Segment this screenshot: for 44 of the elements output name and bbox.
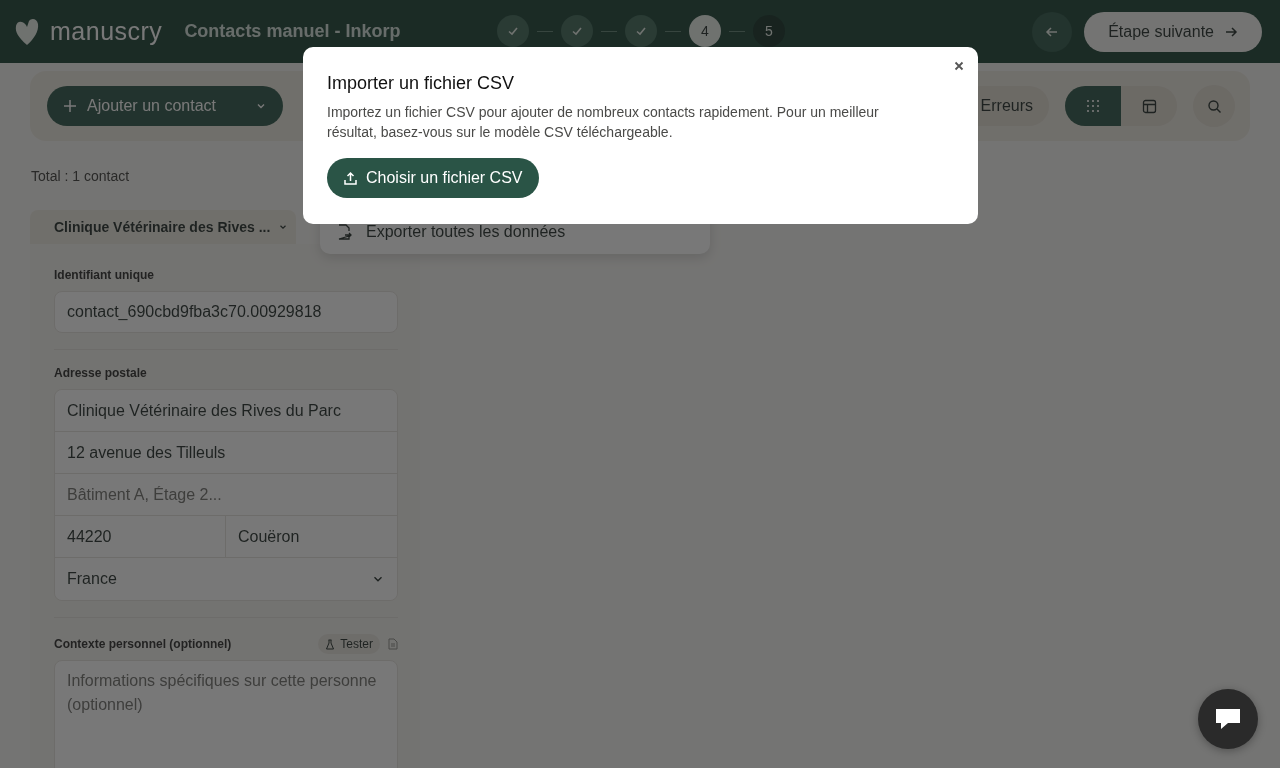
step-done-icon[interactable] bbox=[561, 15, 593, 47]
upload-icon bbox=[343, 170, 358, 186]
choose-file-button[interactable]: Choisir un fichier CSV bbox=[327, 158, 539, 198]
search-icon bbox=[1206, 98, 1222, 114]
arrow-left-icon bbox=[1045, 24, 1060, 39]
postal-code-field[interactable]: 44220 bbox=[55, 516, 226, 558]
chat-bubble-icon bbox=[1214, 706, 1242, 732]
chat-button[interactable] bbox=[1198, 689, 1258, 749]
contact-tab[interactable]: Clinique Vétérinaire des Rives ... bbox=[30, 210, 297, 244]
heart-logo-icon bbox=[14, 16, 40, 47]
arrow-right-icon bbox=[1224, 24, 1238, 39]
add-contact-button[interactable]: Ajouter un contact bbox=[47, 86, 283, 126]
field-label: Contexte personnel (optionnel) bbox=[54, 637, 232, 651]
city-field[interactable]: Couëron bbox=[226, 516, 397, 558]
field-label: Identifiant unique bbox=[54, 268, 155, 282]
tester-button[interactable]: Tester bbox=[318, 634, 380, 654]
dialog-description: Importez un fichier CSV pour ajouter de nombreux contacts rapidement. Pour un meilleur résultat, basez-vous sur le modèle CSV téléchargeable. bbox=[327, 103, 880, 142]
file-export-icon bbox=[338, 224, 352, 240]
total-count: Total : 1 contact bbox=[31, 168, 130, 184]
plus-icon bbox=[63, 99, 77, 113]
street-field[interactable]: 12 avenue des Tilleuls bbox=[55, 432, 397, 474]
context-textarea[interactable]: Informations spécifiques sur cette personne (optionnel) bbox=[54, 660, 398, 768]
page-title: Contacts manuel - Inkorp bbox=[184, 21, 401, 42]
step-indicator[interactable]: 4 bbox=[689, 15, 721, 47]
search-button[interactable] bbox=[1193, 85, 1235, 127]
close-button[interactable] bbox=[952, 59, 966, 73]
address-name-field[interactable]: Clinique Vétérinaire des Rives du Parc bbox=[55, 390, 397, 432]
id-field[interactable]: contact_690cbd9fba3c70.00929818 bbox=[54, 291, 398, 333]
dialog-title: Importer un fichier CSV bbox=[327, 73, 516, 94]
field-label: Adresse postale bbox=[54, 366, 148, 380]
export-menu-item[interactable]: Exporter toutes les données bbox=[320, 223, 566, 241]
close-icon bbox=[954, 61, 964, 71]
logo-text: manuscry bbox=[50, 17, 163, 46]
step-done-icon[interactable] bbox=[625, 15, 657, 47]
step-done-icon[interactable] bbox=[497, 15, 529, 47]
address-complement-field[interactable]: Bâtiment A, Étage 2... bbox=[55, 474, 397, 516]
step-indicator[interactable]: 5 bbox=[753, 15, 785, 47]
dot-grid-icon bbox=[1086, 99, 1100, 113]
flask-icon bbox=[325, 638, 336, 650]
grid-view-button[interactable] bbox=[1065, 86, 1121, 126]
document-icon[interactable] bbox=[388, 638, 398, 650]
next-step-button[interactable]: Étape suivante bbox=[1084, 11, 1262, 52]
table-icon bbox=[1141, 98, 1157, 114]
country-select[interactable]: France bbox=[55, 558, 397, 600]
